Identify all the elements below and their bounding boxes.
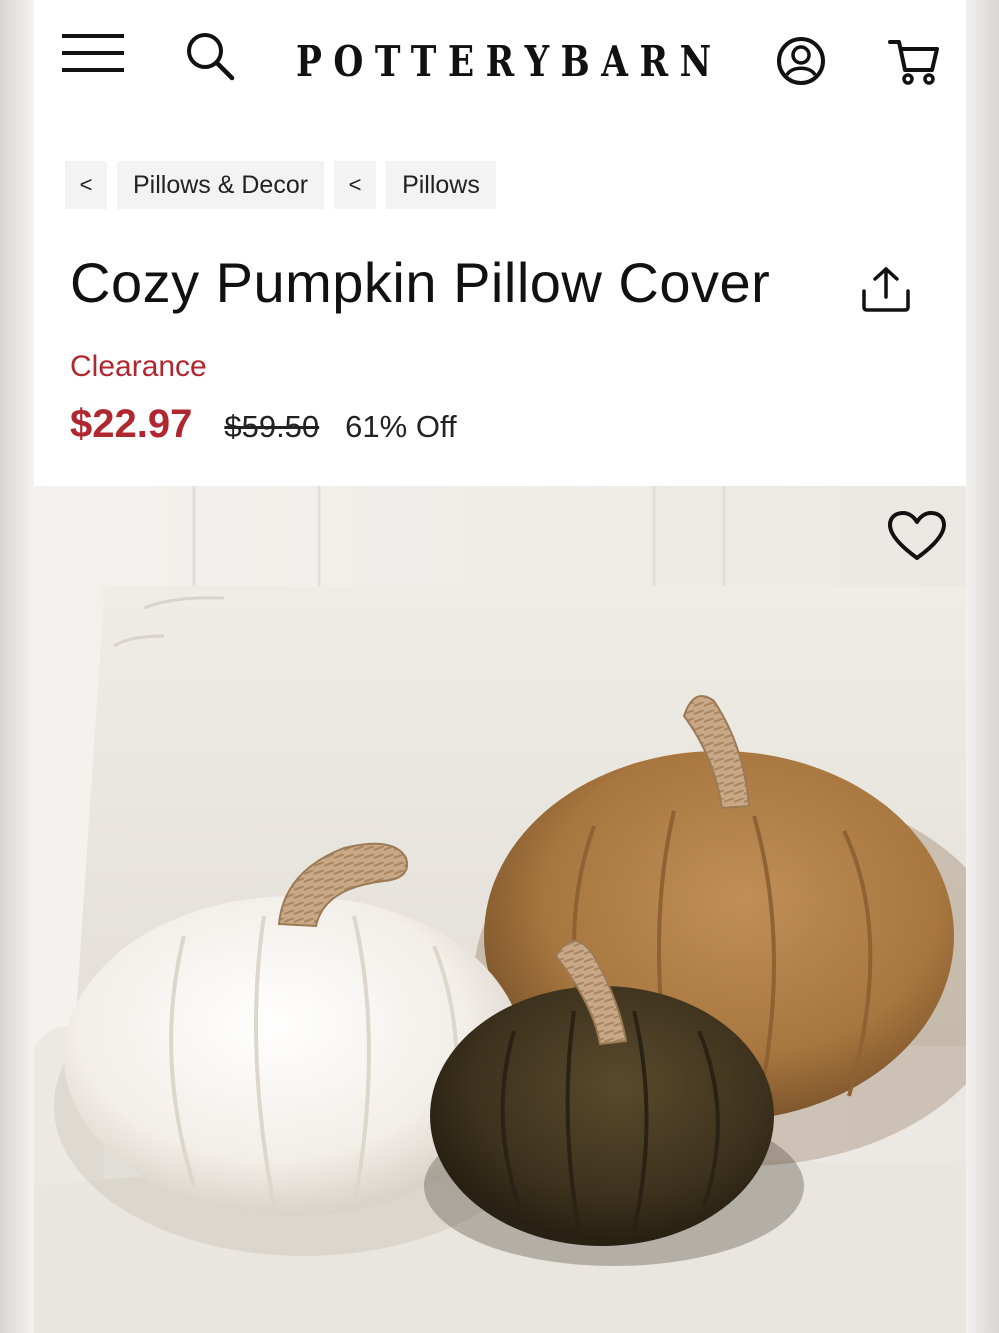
breadcrumb-item-pillows-decor[interactable]: Pillows & Decor (117, 161, 325, 209)
product-title: Cozy Pumpkin Pillow Cover (70, 251, 771, 314)
original-price: $59.50 (224, 409, 320, 444)
favorite-button[interactable] (886, 508, 948, 564)
product-image[interactable] (34, 486, 966, 1333)
share-icon (862, 267, 910, 312)
product-photo (34, 486, 966, 1333)
hamburger-menu-icon (62, 34, 124, 72)
site-header: POTTERYBARN (34, 0, 966, 120)
search-icon (187, 33, 235, 81)
search-button[interactable] (182, 28, 238, 84)
cart-button[interactable] (886, 34, 942, 88)
account-icon (777, 37, 825, 85)
price-row: $22.97 $59.50 61% Off (70, 402, 457, 447)
breadcrumb-back-chevron[interactable]: < (65, 161, 107, 209)
menu-button[interactable] (62, 28, 124, 78)
product-page: POTTERYBARN < Pillows & Decor < Pillows … (34, 0, 966, 1333)
share-button[interactable] (858, 264, 914, 314)
breadcrumb-item-pillows[interactable]: Pillows (386, 161, 496, 209)
breadcrumb-back-chevron[interactable]: < (334, 161, 377, 209)
discount-percent: 61% Off (345, 409, 457, 444)
heart-icon (888, 511, 946, 560)
clearance-badge: Clearance (70, 350, 207, 383)
cart-icon (888, 40, 939, 85)
account-button[interactable] (774, 34, 828, 88)
brand-logo[interactable]: POTTERYBARN (296, 34, 711, 90)
sale-price: $22.97 (70, 402, 193, 446)
breadcrumb: < Pillows & Decor < Pillows (65, 161, 496, 209)
